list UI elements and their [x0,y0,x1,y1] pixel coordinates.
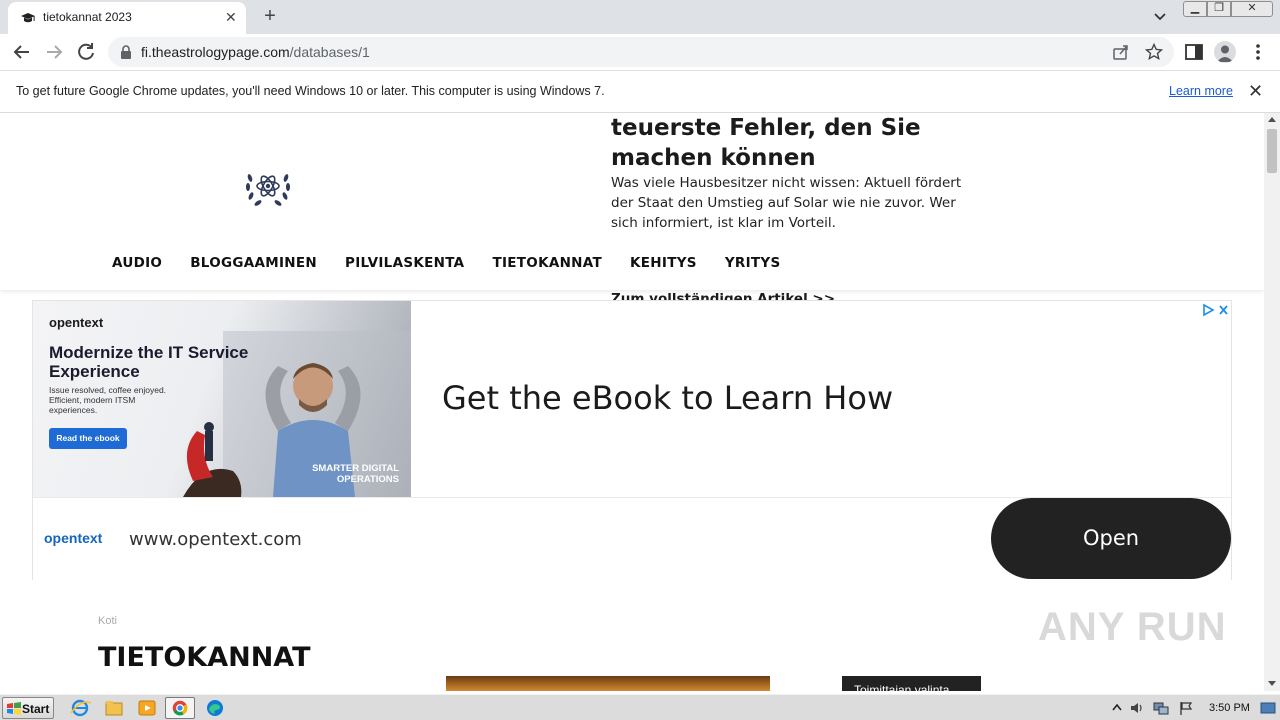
restore-window-button[interactable]: ❐ [1207,1,1231,17]
file-explorer-icon[interactable] [99,697,129,719]
atom-laurel-logo-icon[interactable] [244,165,292,209]
side-panel-icon[interactable] [1183,41,1205,63]
windows-logo-icon [7,702,21,715]
tab-title: tietokannat 2023 [43,10,132,24]
nav-item-pilvilaskenta[interactable]: PILVILASKENTA [345,255,464,271]
ad-open-button[interactable]: Open [991,498,1231,579]
reload-icon[interactable] [74,40,98,64]
url-path: /databases/1 [289,44,370,60]
nav-item-yritys[interactable]: YRITYS [725,255,781,271]
breadcrumb[interactable]: Koti [98,615,117,627]
url-host: fi.theastrologypage.com [141,44,290,60]
ad-image-tagline: SMARTER DIGITAL OPERATIONS [312,463,399,485]
bookmark-star-icon[interactable] [1145,43,1163,61]
site-header: teuerste Fehler, den Sie machen können W… [0,113,1264,290]
nav-item-tietokannat[interactable]: TIETOKANNAT [492,255,602,271]
nav-item-audio[interactable]: AUDIO [112,255,162,271]
page-scrollbar[interactable] [1264,113,1280,691]
lock-icon[interactable] [120,45,132,59]
minimize-window-button[interactable]: ▁ [1183,1,1207,17]
close-window-button[interactable]: ✕ [1231,1,1273,17]
url-text[interactable]: fi.theastrologypage.com/databases/1 [141,44,370,60]
start-label: Start [22,702,50,716]
ad-image-title: Modernize the IT Service Experience [49,343,249,381]
ad-image-brand: opentext [49,315,104,330]
ad-image-subtitle: Issue resolved, coffee enjoyed. Efficien… [49,385,167,415]
ad-footer: opentext www.opentext.com Open [33,497,1231,580]
restore-icon: ❐ [1214,2,1224,14]
graduation-cap-icon [21,13,35,23]
nav-item-bloggaaminen[interactable]: BLOGGAAMINEN [190,255,317,271]
header-ad-headline[interactable]: teuerste Fehler, den Sie machen können [611,113,991,173]
address-bar[interactable]: fi.theastrologypage.com/databases/1 [108,37,1174,67]
ad-footer-url[interactable]: www.opentext.com [129,529,302,550]
scroll-up-arrow-icon[interactable] [1268,117,1276,122]
close-icon: ✕ [1247,2,1257,14]
nav-item-kehitys[interactable]: KEHITYS [630,255,697,271]
forward-arrow-icon[interactable] [42,40,66,64]
chevron-up-icon[interactable] [1109,700,1125,716]
close-tab-icon[interactable]: ✕ [225,9,237,25]
back-arrow-icon[interactable] [10,40,34,64]
scroll-down-arrow-icon[interactable] [1268,681,1276,686]
chevron-down-icon[interactable] [1150,8,1170,26]
browser-tab[interactable]: tietokannat 2023 ✕ [8,2,246,34]
update-info-bar: To get future Google Chrome updates, you… [0,72,1280,113]
ad-choices-icon[interactable] [1201,303,1231,317]
learn-more-link[interactable]: Learn more [1169,84,1233,98]
taskbar-clock[interactable]: 3:50 PM [1209,702,1250,714]
internet-explorer-icon[interactable] [66,697,96,719]
minimize-icon: ▁ [1190,2,1200,14]
banner-ad[interactable]: opentext Modernize the IT Service Experi… [32,300,1232,580]
page-title: TIETOKANNAT [98,642,311,673]
media-player-icon[interactable] [132,697,162,719]
windows-taskbar: Start 3:50 PM [0,694,1280,720]
action-center-flag-icon[interactable] [1178,700,1194,716]
page-viewport: teuerste Fehler, den Sie machen können W… [0,113,1264,691]
tab-strip: tietokannat 2023 ✕ + ▁ ❐ ✕ [0,0,1280,34]
speaker-icon[interactable] [1129,700,1145,716]
read-ebook-button[interactable]: Read the ebook [49,428,127,449]
close-info-bar-icon[interactable]: ✕ [1248,82,1263,100]
network-icon[interactable] [1153,700,1169,716]
ad-image[interactable]: opentext Modernize the IT Service Experi… [33,301,411,497]
profile-avatar[interactable] [1214,41,1236,63]
article-thumbnail[interactable] [446,676,770,691]
share-icon[interactable] [1112,43,1130,61]
new-tab-button[interactable]: + [258,5,282,29]
chrome-icon[interactable] [165,697,195,719]
main-navigation: AUDIO BLOGGAAMINEN PILVILASKENTA TIETOKA… [112,255,781,271]
editor-pick-badge: Toimittajan valinta [842,676,981,691]
edge-icon[interactable] [200,697,230,719]
kebab-menu-icon[interactable] [1247,41,1269,63]
info-bar-message: To get future Google Chrome updates, you… [16,84,605,98]
anyrun-watermark: ANY RUN [1038,605,1227,649]
ad-main-text[interactable]: Get the eBook to Learn How [442,379,893,417]
browser-toolbar: fi.theastrologypage.com/databases/1 [0,34,1280,71]
scroll-thumb[interactable] [1267,129,1277,173]
header-ad-body[interactable]: Was viele Hausbesitzer nicht wissen: Akt… [611,173,981,233]
ad-footer-brand[interactable]: opentext [44,530,102,546]
start-button[interactable]: Start [2,697,54,719]
person-icon [1217,45,1233,62]
show-desktop-icon[interactable] [1260,700,1276,716]
